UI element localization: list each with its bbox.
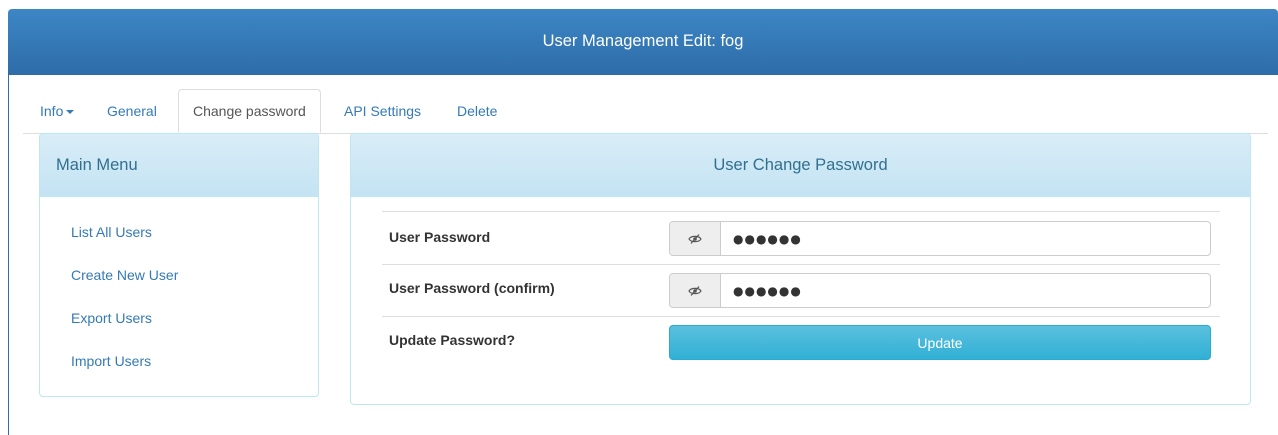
- password-visibility-toggle[interactable]: [670, 222, 721, 255]
- menu-item-export-users[interactable]: Export Users: [71, 310, 152, 326]
- password-confirm-input-group: ●●●●●●: [669, 273, 1211, 308]
- tab-change-password[interactable]: Change password: [178, 89, 321, 133]
- row-divider: [382, 316, 1220, 317]
- change-password-heading: User Change Password: [351, 134, 1250, 197]
- menu-item-create-new-user[interactable]: Create New User: [71, 267, 178, 283]
- tab-api-settings[interactable]: API Settings: [344, 89, 421, 133]
- eye-slash-icon: [688, 233, 702, 244]
- tab-info-label: Info: [40, 103, 64, 119]
- update-password-label: Update Password?: [389, 332, 516, 348]
- tab-bar: Info General Change password API Setting…: [23, 89, 1268, 134]
- page-left-border: [8, 75, 9, 435]
- page-title: User Management Edit: fog: [542, 32, 744, 50]
- main-menu-heading: Main Menu: [40, 134, 318, 197]
- password-input-group: ●●●●●●: [669, 221, 1211, 256]
- password-confirm-input[interactable]: ●●●●●●: [721, 274, 1210, 307]
- update-button[interactable]: Update: [669, 325, 1211, 360]
- password-label: User Password: [389, 229, 491, 245]
- eye-slash-icon: [688, 285, 702, 296]
- password-confirm-visibility-toggle[interactable]: [670, 274, 721, 307]
- tab-api-settings-label: API Settings: [344, 103, 422, 119]
- tab-general-label: General: [107, 103, 157, 119]
- password-confirm-label: User Password (confirm): [389, 280, 555, 296]
- tab-delete-label: Delete: [457, 103, 498, 119]
- change-password-panel: User Change Password User Password ●●●●●…: [350, 133, 1251, 405]
- page: User Management Edit: fog Info General C…: [0, 0, 1278, 435]
- row-divider: [382, 264, 1220, 265]
- tab-delete[interactable]: Delete: [457, 89, 497, 133]
- tab-change-password-label: Change password: [193, 103, 306, 119]
- tab-info[interactable]: Info: [40, 89, 75, 133]
- page-header: User Management Edit: fog: [8, 9, 1278, 75]
- tab-general[interactable]: General: [107, 89, 157, 133]
- menu-item-list-all-users[interactable]: List All Users: [71, 224, 152, 240]
- caret-down-icon: [66, 110, 75, 115]
- row-divider: [382, 211, 1220, 212]
- password-input[interactable]: ●●●●●●: [721, 222, 1210, 255]
- main-menu-panel: Main Menu List All Users Create New User…: [39, 133, 319, 397]
- menu-item-import-users[interactable]: Import Users: [71, 353, 151, 369]
